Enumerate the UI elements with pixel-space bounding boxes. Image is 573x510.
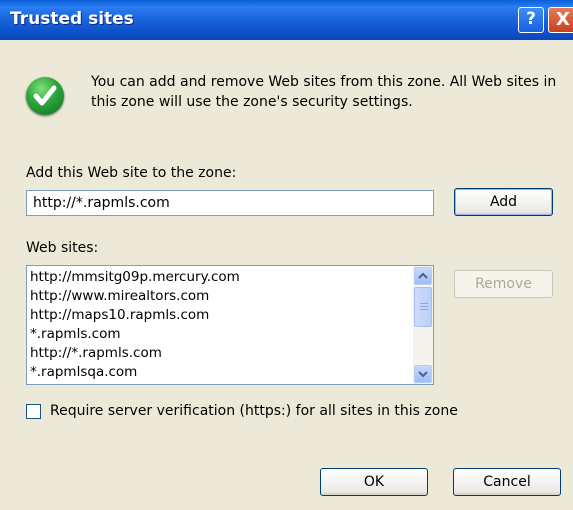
- websites-items: http://mmsitg09p.mercury.com http://www.…: [30, 268, 410, 382]
- thumb-grip: [420, 309, 428, 310]
- ok-button[interactable]: OK: [320, 468, 428, 496]
- list-item[interactable]: *.rapmls.com: [30, 325, 410, 344]
- trusted-sites-dialog: Trusted sites ? X You can add and remove…: [0, 0, 573, 510]
- vertical-scrollbar[interactable]: [413, 266, 433, 384]
- require-https-label[interactable]: Require server verification (https:) for…: [50, 403, 458, 419]
- add-site-field[interactable]: [26, 190, 434, 216]
- zone-info-text: You can add and remove Web sites from th…: [91, 74, 557, 110]
- checkmark-icon: [26, 77, 64, 115]
- add-site-label: Add this Web site to the zone:: [26, 165, 237, 181]
- help-button[interactable]: ?: [518, 7, 544, 33]
- list-item[interactable]: *.rapmlsqa.com: [30, 363, 410, 382]
- scroll-up-button[interactable]: [414, 267, 432, 285]
- require-https-checkbox[interactable]: [26, 404, 41, 419]
- thumb-grip: [420, 306, 428, 307]
- websites-list[interactable]: http://mmsitg09p.mercury.com http://www.…: [26, 265, 434, 385]
- dialog-title: Trusted sites: [10, 9, 134, 29]
- remove-button[interactable]: Remove: [454, 270, 553, 298]
- list-item[interactable]: http://mmsitg09p.mercury.com: [30, 268, 410, 287]
- list-item[interactable]: http://*.rapmls.com: [30, 344, 410, 363]
- websites-label: Web sites:: [26, 240, 99, 256]
- list-item[interactable]: http://maps10.rapmls.com: [30, 306, 410, 325]
- title-bar[interactable]: Trusted sites ? X: [0, 0, 573, 40]
- scroll-down-button[interactable]: [414, 365, 432, 383]
- cancel-button[interactable]: Cancel: [453, 468, 561, 496]
- chevron-down-icon: [418, 371, 428, 378]
- chevron-up-icon: [418, 272, 428, 279]
- add-button[interactable]: Add: [454, 188, 553, 216]
- add-site-input[interactable]: [27, 191, 433, 215]
- thumb-grip: [420, 303, 428, 304]
- close-button[interactable]: X: [548, 7, 573, 33]
- list-item[interactable]: http://www.mirealtors.com: [30, 287, 410, 306]
- scroll-thumb[interactable]: [414, 287, 432, 327]
